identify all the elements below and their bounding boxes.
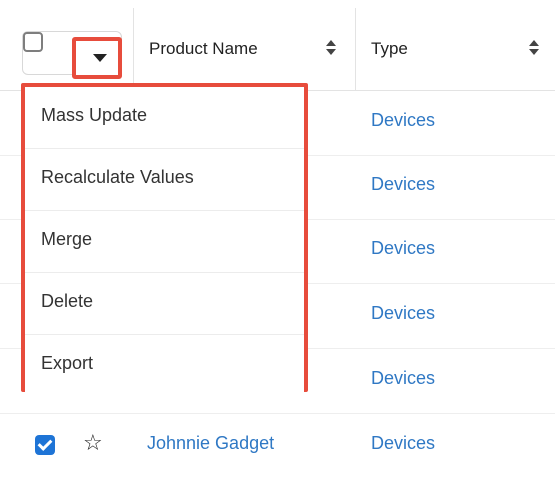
type-link[interactable]: Devices <box>371 303 435 324</box>
caret-down-icon <box>93 54 107 62</box>
column-header-type[interactable]: Type <box>371 39 408 59</box>
mass-actions-menu: Mass Update Recalculate Values Merge Del… <box>21 83 308 397</box>
table-row: ☆ Johnnie Gadget Devices <box>0 414 555 478</box>
sort-icon[interactable] <box>529 40 539 55</box>
actions-header-cell <box>0 8 133 90</box>
menu-item-label: Recalculate Values <box>41 167 194 187</box>
mass-actions-dropdown-button[interactable] <box>72 37 122 79</box>
type-link[interactable]: Devices <box>371 110 435 131</box>
menu-item-label: Mass Update <box>41 105 148 125</box>
menu-item-delete[interactable]: Delete <box>25 273 304 335</box>
favorite-star-icon[interactable]: ☆ <box>83 429 103 457</box>
menu-item-mass-update[interactable]: Mass Update <box>25 87 304 149</box>
type-link[interactable]: Devices <box>371 238 435 259</box>
list-view-table: Product Name Type Devices Devices Device… <box>0 0 555 477</box>
product-name-link[interactable]: Johnnie Gadget <box>147 433 274 454</box>
sort-icon[interactable] <box>326 40 336 55</box>
menu-item-label: Export <box>41 353 94 373</box>
type-link[interactable]: Devices <box>371 433 435 454</box>
column-divider <box>355 8 356 90</box>
column-divider <box>133 8 134 90</box>
type-link[interactable]: Devices <box>371 368 435 389</box>
column-header-product-name[interactable]: Product Name <box>149 39 258 59</box>
menu-item-label: Delete <box>41 291 94 311</box>
select-all-checkbox[interactable] <box>23 32 43 52</box>
menu-item-label: Merge <box>41 229 93 249</box>
menu-item-recalculate-values[interactable]: Recalculate Values <box>25 149 304 211</box>
row-checkbox-checked[interactable] <box>35 435 55 455</box>
menu-item-merge[interactable]: Merge <box>25 211 304 273</box>
type-link[interactable]: Devices <box>371 174 435 195</box>
menu-item-export[interactable]: Export <box>25 335 304 397</box>
